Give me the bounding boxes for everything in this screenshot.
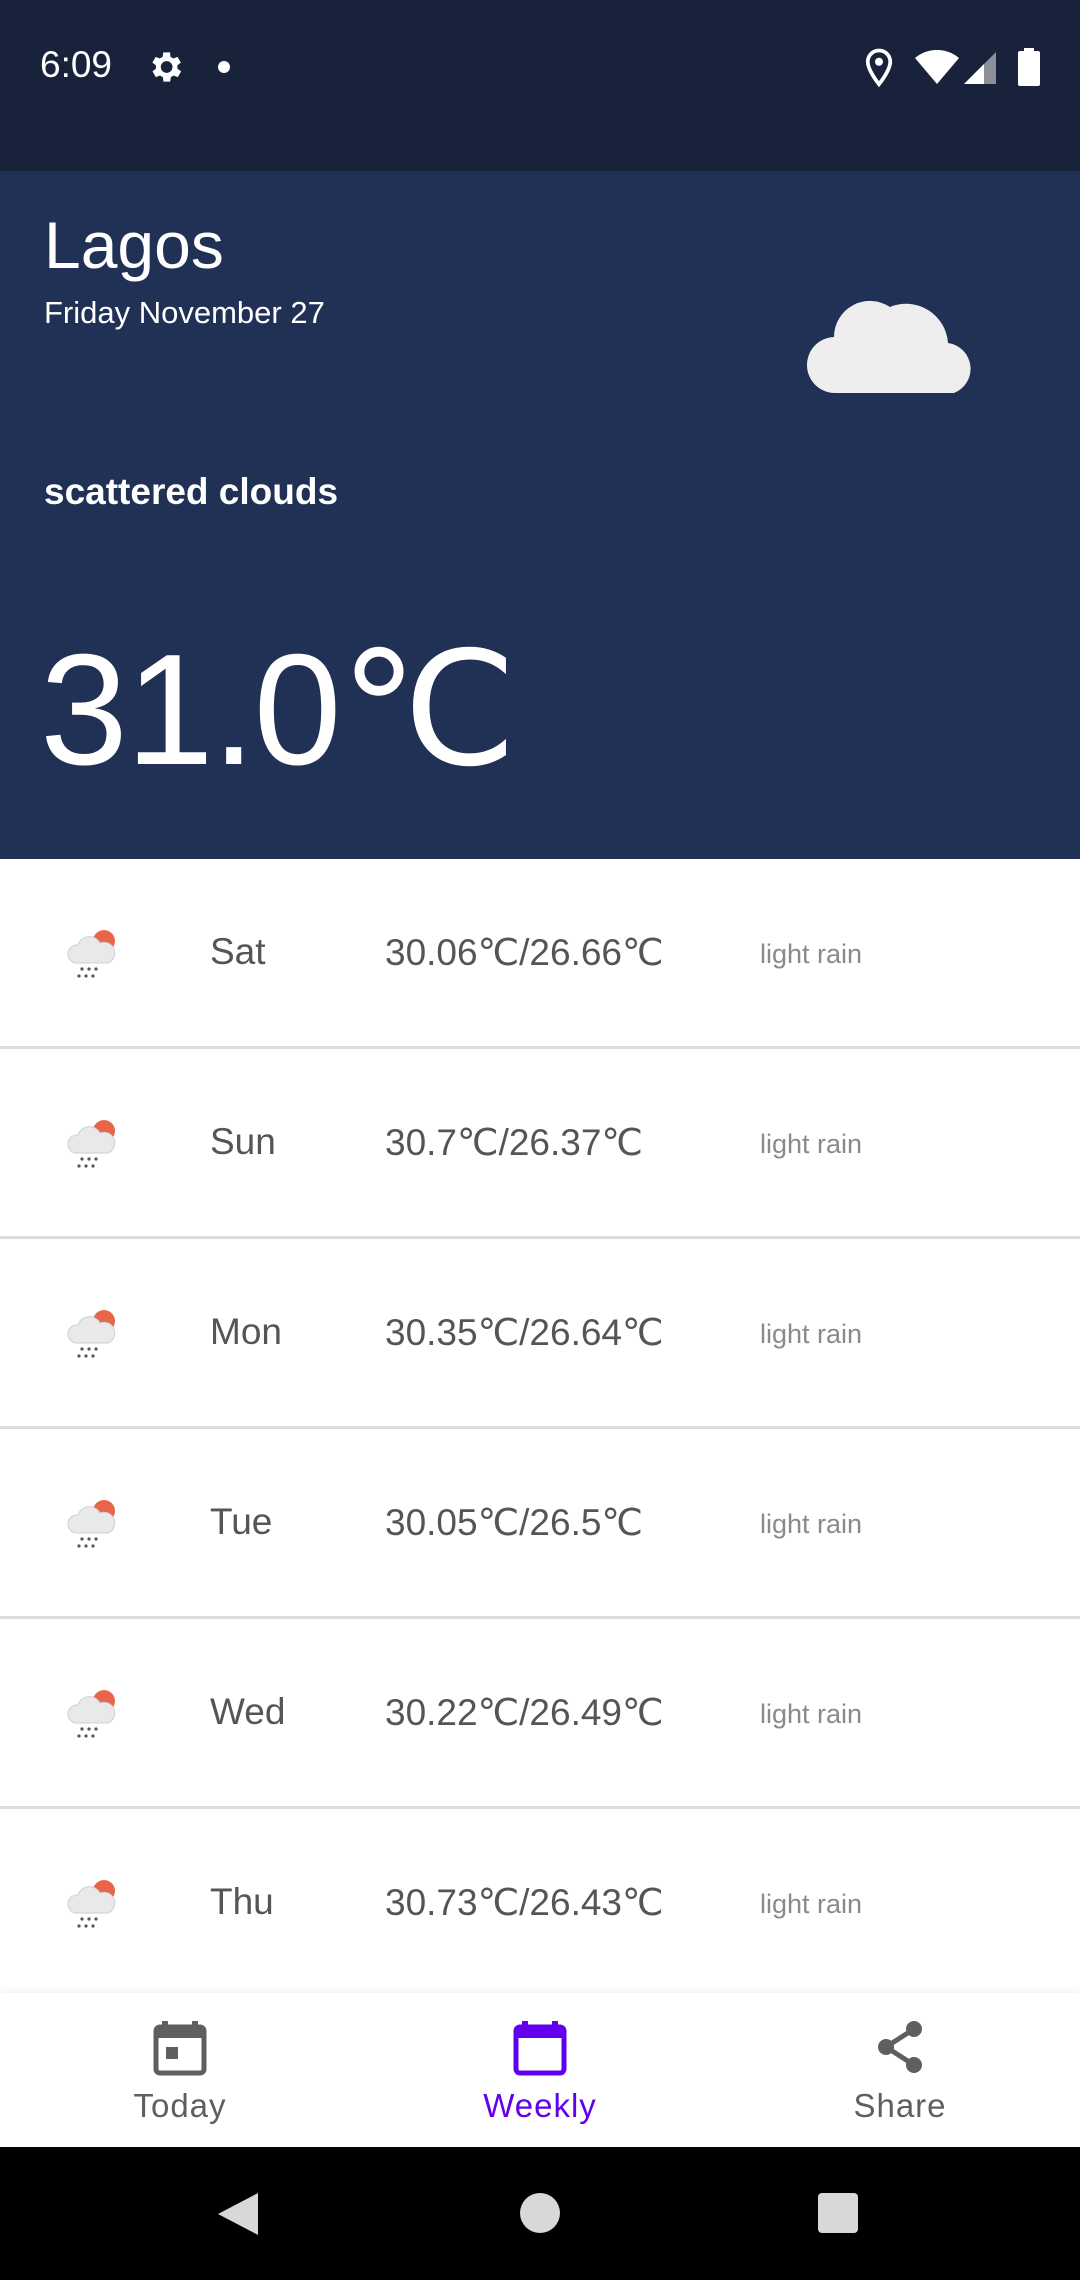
location-icon: [865, 48, 893, 88]
nav-share-label: Share: [853, 2087, 947, 2124]
current-weather-panel: Lagos Friday November 27 scattered cloud…: [0, 171, 1080, 859]
forecast-description: light rain: [760, 1699, 863, 1729]
forecast-temperature: 30.7℃/26.37℃: [385, 1122, 643, 1163]
forecast-day: Mon: [210, 1311, 282, 1352]
forecast-day: Thu: [210, 1881, 274, 1922]
cloud-icon: [806, 300, 971, 394]
rain-sun-icon: [67, 930, 116, 978]
nav-today-label: Today: [133, 2087, 227, 2124]
forecast-temperature: 30.06℃/26.66℃: [385, 932, 664, 973]
forecast-day: Sun: [210, 1121, 276, 1162]
forecast-day: Tue: [210, 1501, 273, 1542]
forecast-row[interactable]: Tue 30.05℃/26.5℃ light rain: [0, 1429, 1080, 1619]
battery-icon: [1018, 48, 1040, 86]
weather-description: scattered clouds: [44, 471, 339, 512]
forecast-list: Sat 30.06℃/26.66℃ light rain Sun 30.7℃/2…: [0, 859, 1080, 1999]
share-icon: [878, 2021, 922, 2073]
gear-icon: [152, 52, 182, 82]
city-name: Lagos: [44, 208, 224, 282]
current-temperature: 31.0℃: [40, 622, 517, 798]
forecast-row[interactable]: Mon 30.35℃/26.64℃ light rain: [0, 1239, 1080, 1429]
nav-weekly-label: Weekly: [483, 2087, 597, 2124]
forecast-row[interactable]: Sun 30.7℃/26.37℃ light rain: [0, 1049, 1080, 1239]
forecast-temperature: 30.22℃/26.49℃: [385, 1692, 664, 1733]
forecast-description: light rain: [760, 1889, 863, 1919]
forecast-temperature: 30.35℃/26.64℃: [385, 1312, 664, 1353]
wifi-icon: [915, 50, 959, 84]
forecast-description: light rain: [760, 939, 863, 969]
rain-sun-icon: [67, 1690, 116, 1738]
rain-sun-icon: [67, 1310, 116, 1358]
forecast-row[interactable]: Thu 30.73℃/26.43℃ light rain: [0, 1809, 1080, 1999]
nav-weekly[interactable]: Weekly: [360, 1993, 720, 2147]
forecast-temperature: 30.73℃/26.43℃: [385, 1882, 664, 1923]
forecast-description: light rain: [760, 1319, 863, 1349]
calendar-today-icon: [153, 2021, 207, 2076]
forecast-temperature: 30.05℃/26.5℃: [385, 1502, 643, 1543]
nav-share[interactable]: Share: [720, 1993, 1080, 2147]
forecast-description: light rain: [760, 1129, 863, 1159]
rain-sun-icon: [67, 1880, 116, 1928]
recent-apps-icon[interactable]: [818, 2193, 858, 2233]
forecast-day: Wed: [210, 1691, 286, 1732]
bottom-navigation: Today Weekly Share: [0, 1993, 1080, 2147]
rain-sun-icon: [67, 1120, 116, 1168]
forecast-row[interactable]: Wed 30.22℃/26.49℃ light rain: [0, 1619, 1080, 1809]
status-time: 6:09: [40, 44, 113, 85]
rain-sun-icon: [67, 1500, 116, 1548]
home-icon[interactable]: [520, 2193, 560, 2233]
forecast-description: light rain: [760, 1509, 863, 1539]
nav-today[interactable]: Today: [0, 1993, 360, 2147]
status-bar: 6:09: [0, 0, 1080, 171]
notification-dot-icon: [218, 61, 230, 73]
current-date: Friday November 27: [44, 295, 325, 330]
signal-icon: [964, 52, 996, 84]
forecast-day: Sat: [210, 931, 266, 972]
system-navigation-bar: [0, 2147, 1080, 2280]
forecast-row[interactable]: Sat 30.06℃/26.66℃ light rain: [0, 859, 1080, 1049]
calendar-icon: [513, 2021, 567, 2076]
back-icon[interactable]: [216, 2191, 260, 2237]
